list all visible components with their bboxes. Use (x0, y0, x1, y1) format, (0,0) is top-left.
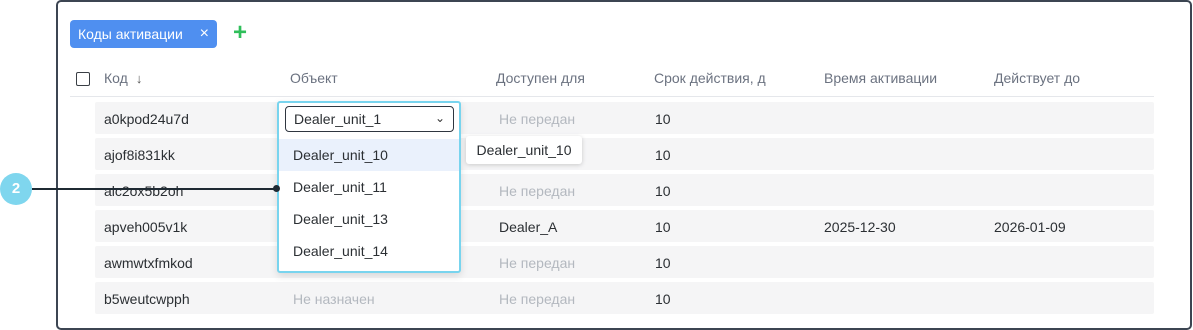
header-divider (70, 96, 1154, 97)
select-all-checkbox[interactable] (76, 72, 90, 86)
table-row[interactable] (95, 138, 1154, 170)
dropdown-option[interactable]: Dealer_unit_11 (279, 171, 459, 203)
step-marker-line (32, 188, 275, 190)
cell-available-for: Не передан (499, 255, 576, 271)
chevron-down-icon[interactable]: ⌄ (435, 111, 445, 125)
cell-code: alc2ox5b2oh (104, 183, 184, 199)
cell-validity: 10 (655, 219, 671, 235)
option-tooltip: Dealer_unit_10 (466, 136, 582, 164)
dropdown-option[interactable]: Dealer_unit_14 (279, 235, 459, 267)
column-header-available-for[interactable]: Доступен для (496, 70, 585, 86)
column-header-code[interactable]: Код ↓ (104, 70, 142, 86)
column-header-validity[interactable]: Срок действия, д (654, 70, 766, 86)
cell-code: b5weutcwpph (104, 291, 190, 307)
cell-validity: 10 (655, 291, 671, 307)
close-icon[interactable]: × (200, 26, 209, 42)
cell-code: ajof8i831kk (104, 147, 175, 163)
cell-activation-time: 2025-12-30 (824, 219, 896, 235)
cell-code: apveh005v1k (104, 219, 188, 235)
cell-available-for: Не передан (499, 183, 576, 199)
add-filter-button[interactable]: + (230, 21, 250, 45)
cell-valid-until: 2026-01-09 (994, 219, 1066, 235)
dropdown-option[interactable]: Dealer_unit_10 (279, 139, 459, 171)
step-marker-badge: 2 (0, 173, 32, 205)
cell-validity: 10 (655, 183, 671, 199)
cell-validity: 10 (655, 255, 671, 271)
cell-validity: 10 (655, 111, 671, 127)
cell-code: awmwtxfmkod (104, 255, 193, 271)
table-row[interactable] (95, 174, 1154, 206)
filter-chip[interactable]: Коды активации × (70, 20, 217, 48)
cell-code: a0kpod24u7d (104, 111, 189, 127)
column-header-activation-time[interactable]: Время активации (824, 70, 937, 86)
table-row[interactable] (95, 282, 1154, 314)
cell-validity: 10 (655, 147, 671, 163)
column-header-valid-until[interactable]: Действует до (994, 70, 1080, 86)
object-select-input[interactable]: Dealer_unit_1 ⌄ (285, 106, 454, 132)
object-select-value: Dealer_unit_1 (294, 111, 382, 127)
cell-available-for: Dealer_A (499, 219, 558, 235)
cell-available-for: Не передан (499, 291, 576, 307)
cell-available-for: Не передан (499, 111, 576, 127)
sort-arrow-down-icon[interactable]: ↓ (136, 71, 143, 86)
column-header-code-label: Код (104, 70, 128, 86)
filter-chip-label: Коды активации (78, 26, 183, 42)
column-header-object[interactable]: Объект (290, 70, 338, 86)
cell-object: Не назначен (293, 291, 375, 307)
dropdown-option[interactable]: Dealer_unit_13 (279, 203, 459, 235)
table-row[interactable] (95, 246, 1154, 278)
table-row[interactable] (95, 102, 1154, 134)
step-marker-dot (273, 185, 280, 192)
